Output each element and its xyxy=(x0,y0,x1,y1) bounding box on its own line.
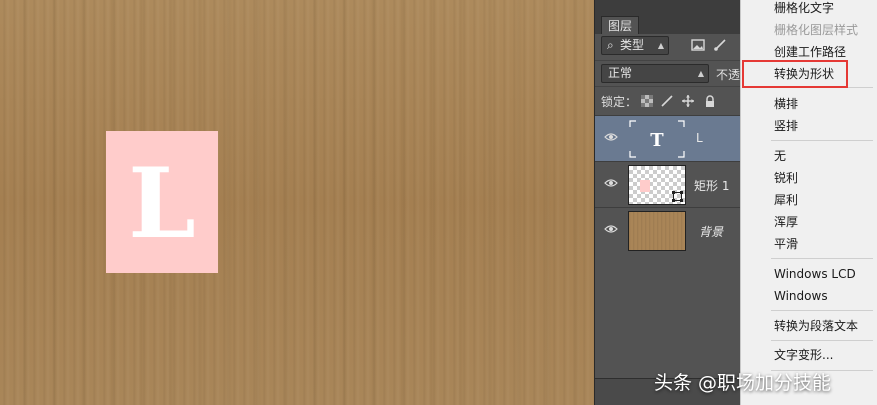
menu-item-antialias-smooth[interactable]: 平滑 xyxy=(774,236,798,252)
menu-item-create-work-path[interactable]: 创建工作路径 xyxy=(774,44,846,60)
text-layer-glyph-icon: T xyxy=(629,120,685,158)
shape-thumb-pink-square xyxy=(640,180,650,192)
layer-name[interactable]: 背景 xyxy=(699,223,723,240)
menu-item-antialias-none[interactable]: 无 xyxy=(774,148,786,164)
layer-row-background[interactable]: 背景 xyxy=(595,207,740,253)
menu-separator xyxy=(771,340,873,341)
filter-kind-dropdown[interactable]: ⌕ 类型 ▲ xyxy=(601,36,669,55)
lock-all-icon[interactable] xyxy=(704,95,716,107)
lock-label: 锁定： xyxy=(601,95,638,109)
eye-icon[interactable] xyxy=(604,178,618,188)
menu-separator xyxy=(771,140,873,141)
menu-item-vertical[interactable]: 竖排 xyxy=(774,118,798,134)
menu-item-warp-text[interactable]: 文字变形... xyxy=(774,347,833,363)
text-layer-thumbnail[interactable]: T xyxy=(628,119,686,159)
menu-separator xyxy=(771,258,873,259)
eye-icon[interactable] xyxy=(604,224,618,234)
eye-icon[interactable] xyxy=(604,132,618,142)
layers-panel: 图层 ⌕ 类型 ▲ 正常 ▲ 不透 锁定： T L 矩形 1 背景 xyxy=(594,0,740,405)
menu-item-antialias-sharp[interactable]: 锐利 xyxy=(774,170,798,186)
blend-mode-row: 正常 ▲ 不透 xyxy=(595,60,740,86)
menu-item-horizontal[interactable]: 横排 xyxy=(774,96,798,112)
lock-row: 锁定： xyxy=(595,86,740,114)
lock-image-pixels-icon[interactable] xyxy=(661,95,673,107)
menu-item-antialias-strong[interactable]: 浑厚 xyxy=(774,214,798,230)
layer-row-text[interactable]: T L xyxy=(595,115,740,161)
menu-item-rasterize-layer-style: 栅格化图层样式 xyxy=(774,23,859,37)
layer-row-shape[interactable]: 矩形 1 xyxy=(595,161,740,207)
chevron-updown-icon: ▲ xyxy=(657,41,664,50)
layer-name[interactable]: 矩形 1 xyxy=(694,177,729,194)
search-icon: ⌕ xyxy=(607,38,614,52)
menu-item-windows-lcd[interactable]: Windows LCD xyxy=(774,266,856,282)
opacity-label: 不透 xyxy=(716,68,740,82)
menu-item-windows[interactable]: Windows xyxy=(774,288,828,304)
chevron-updown-icon: ▲ xyxy=(697,69,704,78)
layer-name[interactable]: L xyxy=(696,131,703,145)
filter-kind-label: 类型 xyxy=(620,38,645,52)
panel-tab-bar: 图层 xyxy=(595,14,740,34)
menu-item-convert-to-paragraph[interactable]: 转换为段落文本 xyxy=(774,318,858,334)
image-filter-icon[interactable] xyxy=(691,39,705,51)
document-canvas[interactable]: L xyxy=(0,0,594,405)
watermark-text: 头条 @职场加分技能 xyxy=(654,372,832,394)
panel-dock-strip xyxy=(595,0,740,14)
brush-filter-icon[interactable] xyxy=(713,39,727,51)
lock-position-icon[interactable] xyxy=(682,95,694,107)
blend-mode-dropdown[interactable]: 正常 ▲ xyxy=(601,64,709,83)
vector-mask-icon xyxy=(672,191,683,202)
text-thumb-glyph: T xyxy=(650,130,664,151)
shape-layer-thumbnail[interactable] xyxy=(628,165,686,205)
background-layer-thumbnail[interactable] xyxy=(628,211,686,251)
annotation-highlight-box xyxy=(742,60,848,88)
menu-item-rasterize-type[interactable]: 栅格化文字 xyxy=(774,0,834,16)
lock-transparent-pixels-icon[interactable] xyxy=(641,95,653,107)
menu-item-antialias-crisp[interactable]: 犀利 xyxy=(774,192,798,208)
pink-rectangle-shape[interactable]: L xyxy=(106,131,218,273)
blend-mode-label: 正常 xyxy=(608,66,633,80)
menu-separator xyxy=(771,310,873,311)
tab-layers[interactable]: 图层 xyxy=(601,16,640,34)
letter-text[interactable]: L xyxy=(128,156,196,252)
layer-filter-row: ⌕ 类型 ▲ xyxy=(595,34,740,58)
